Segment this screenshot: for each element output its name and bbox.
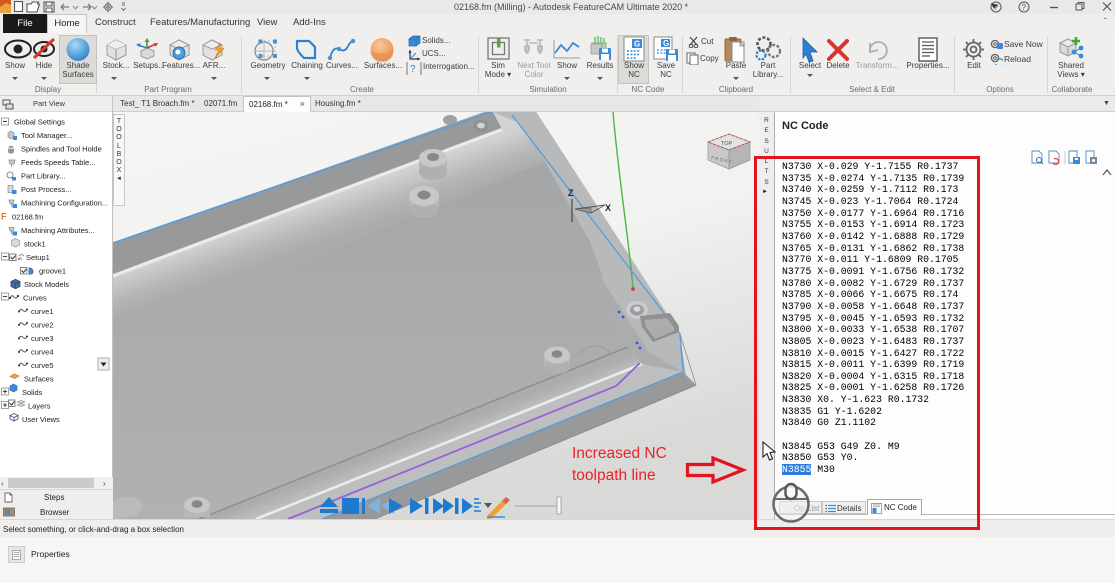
svg-text:curve4: curve4: [31, 348, 54, 357]
svg-text:Spindles and Tool Holde: Spindles and Tool Holde: [21, 145, 102, 154]
svg-text:Global Settings: Global Settings: [14, 118, 65, 127]
svg-text:Feeds Speeds Table...: Feeds Speeds Table...: [21, 158, 96, 167]
svg-text:Layers: Layers: [28, 402, 51, 411]
svg-text:curve1: curve1: [31, 307, 54, 316]
svg-text:X: X: [605, 203, 611, 213]
svg-text:Stock Models: Stock Models: [24, 280, 69, 289]
svg-text:groove1: groove1: [39, 267, 66, 276]
svg-text:Machining Configuration...: Machining Configuration...: [21, 199, 108, 208]
svg-text:curve3: curve3: [31, 334, 54, 343]
svg-text:02168.fm: 02168.fm: [12, 213, 43, 222]
svg-text:curve2: curve2: [31, 321, 54, 330]
svg-text:G: G: [663, 39, 669, 48]
svg-text:Machining Attributes...: Machining Attributes...: [21, 226, 95, 235]
svg-text:Part Library...: Part Library...: [21, 172, 65, 181]
svg-text:Setup1: Setup1: [26, 253, 50, 262]
svg-text:Tool Manager...: Tool Manager...: [21, 131, 72, 140]
svg-text:F: F: [1, 212, 7, 222]
svg-text:curve5: curve5: [31, 361, 54, 370]
svg-text:G: G: [634, 40, 640, 49]
svg-text:User Views: User Views: [22, 415, 60, 424]
svg-text:Solids: Solids: [22, 388, 43, 397]
svg-text:Curves: Curves: [23, 294, 47, 303]
svg-text:Post Process...: Post Process...: [21, 185, 71, 194]
svg-text:Z: Z: [568, 188, 574, 198]
svg-text:Surfaces: Surfaces: [24, 375, 54, 384]
svg-text:?: ?: [410, 64, 416, 75]
svg-text:?: ?: [1022, 3, 1027, 12]
svg-text:TOP: TOP: [721, 141, 733, 147]
svg-text:stock1: stock1: [24, 240, 46, 249]
